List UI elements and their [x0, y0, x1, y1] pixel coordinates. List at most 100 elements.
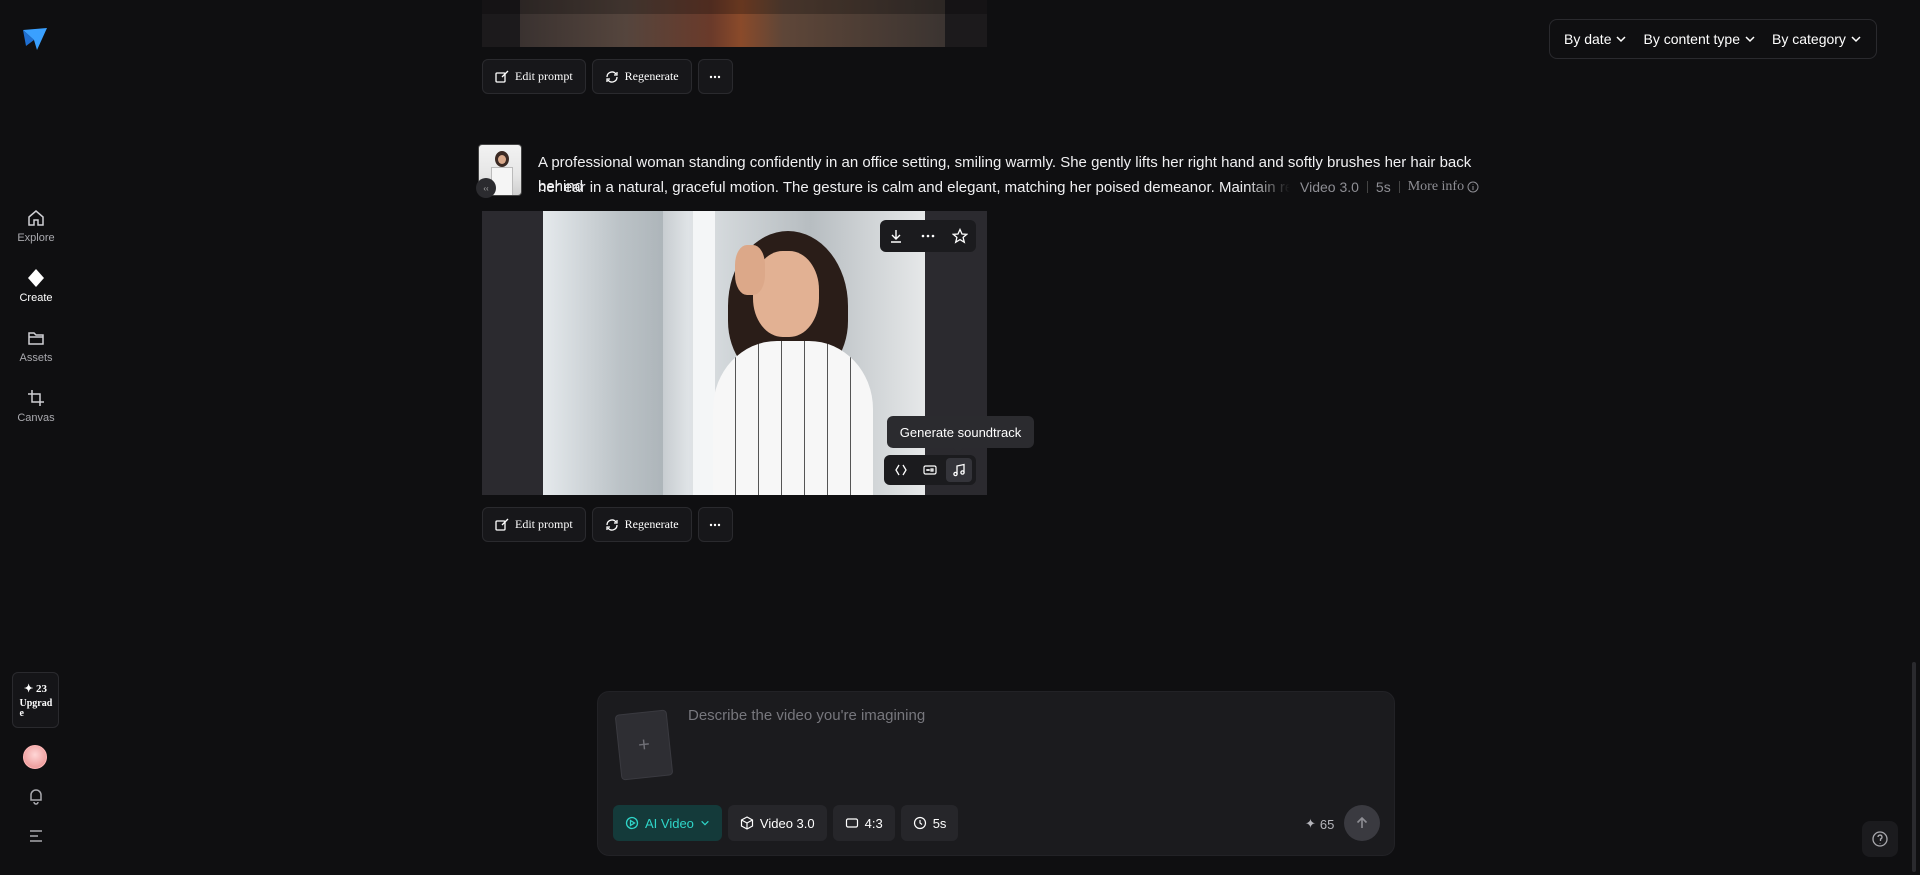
- video-enhance-toolbar: [884, 455, 976, 485]
- model-label: Video 3.0: [1300, 179, 1359, 195]
- sidebar-item-assets[interactable]: Assets: [0, 328, 72, 364]
- more-horizontal-icon[interactable]: [920, 228, 936, 244]
- chevron-down-icon: [1745, 36, 1755, 43]
- duration-label: 5s: [1375, 179, 1391, 195]
- logo-icon[interactable]: [20, 24, 50, 54]
- avatar[interactable]: [23, 745, 47, 769]
- sidebar: Explore Create Assets Canvas ✦ 23 Upgrad…: [0, 0, 72, 875]
- music-note-icon: [953, 463, 966, 477]
- lipsync-icon: [894, 464, 907, 476]
- more-info-link[interactable]: More info: [1408, 179, 1479, 195]
- duration-label: 5s: [932, 815, 947, 831]
- refresh-icon: [606, 518, 618, 531]
- bell-icon[interactable]: [26, 786, 46, 806]
- filter-label: By date: [1564, 31, 1612, 47]
- crop-icon: [28, 390, 44, 406]
- edit-icon: [495, 518, 509, 531]
- video-frame: [543, 211, 925, 495]
- filter-label: By category: [1772, 31, 1846, 47]
- prompt-text-truncated: her ear in a natural, graceful motion. T…: [538, 178, 1290, 196]
- arrow-up-icon: [1356, 816, 1368, 828]
- video-window-glass: [543, 211, 663, 495]
- video-subject-shirt: [713, 341, 873, 495]
- download-icon[interactable]: [888, 228, 904, 244]
- aspect-ratio-icon: [845, 818, 858, 828]
- sidebar-item-explore[interactable]: Explore: [0, 208, 72, 244]
- more-horizontal-icon: [709, 75, 721, 78]
- prompt-input[interactable]: Describe the video you're imagining: [688, 707, 925, 724]
- ai-video-icon: [625, 816, 639, 830]
- cube-icon: [740, 816, 754, 830]
- thumbnail-badge: ‹‹: [476, 178, 496, 198]
- regenerate-label: Regenerate: [624, 517, 679, 531]
- video-pillar: [693, 211, 715, 495]
- mode-selector[interactable]: AI Video: [613, 805, 722, 841]
- filter-label: By content type: [1643, 31, 1740, 47]
- divider: [1366, 181, 1368, 193]
- ratio-label: 4:3: [864, 815, 883, 831]
- regenerate-button[interactable]: Regenerate: [591, 59, 692, 94]
- lipsync-button[interactable]: [888, 458, 914, 482]
- plus-icon: +: [636, 732, 651, 757]
- clock-icon: [913, 816, 926, 830]
- prompt-composer: + Describe the video you're imagining AI…: [597, 691, 1395, 856]
- prompt-text-line2: her ear in a natural, graceful motion. T…: [538, 175, 1498, 199]
- filter-by-category[interactable]: By category: [1764, 23, 1870, 55]
- duration-selector[interactable]: 5s: [900, 805, 959, 841]
- edit-prompt-label: Edit prompt: [515, 69, 573, 83]
- info-icon: [1467, 181, 1479, 193]
- sidebar-item-canvas[interactable]: Canvas: [0, 388, 72, 424]
- folder-icon: [28, 332, 44, 345]
- regenerate-button[interactable]: Regenerate: [591, 507, 692, 542]
- generate-soundtrack-button[interactable]: [946, 458, 973, 482]
- hd-icon: [923, 465, 937, 475]
- send-button[interactable]: [1344, 805, 1380, 841]
- aspect-ratio-selector[interactable]: 4:3: [832, 805, 895, 841]
- previous-actions: Edit prompt Regenerate: [482, 59, 733, 94]
- help-button[interactable]: [1862, 821, 1898, 857]
- mode-label: AI Video: [645, 815, 694, 831]
- divider: [1398, 181, 1400, 193]
- more-options-button[interactable]: [697, 507, 733, 542]
- filter-by-content-type[interactable]: By content type: [1635, 23, 1764, 55]
- more-info-label: More info: [1407, 179, 1465, 194]
- sidebar-item-create[interactable]: Create: [0, 268, 72, 304]
- more-horizontal-icon: [709, 523, 721, 526]
- prompt-meta: Video 3.0 5s More info: [1300, 179, 1479, 195]
- sidebar-item-label: Create: [19, 292, 53, 304]
- edit-prompt-label: Edit prompt: [515, 517, 573, 531]
- credit-cost: ✦ 65: [1305, 816, 1334, 832]
- video-actions: Edit prompt Regenerate: [482, 507, 733, 542]
- model-selector[interactable]: Video 3.0: [727, 805, 827, 841]
- filter-bar: By date By content type By category: [1549, 19, 1877, 59]
- more-options-button[interactable]: [697, 59, 733, 94]
- scrollbar[interactable]: [1912, 662, 1916, 872]
- upgrade-button[interactable]: ✦ 23 Upgrad e: [12, 672, 59, 728]
- tooltip: Generate soundtrack: [887, 416, 1034, 453]
- star-icon[interactable]: [952, 228, 968, 244]
- sidebar-item-label: Explore: [17, 232, 55, 244]
- chevron-down-icon: [1851, 36, 1861, 43]
- filter-by-date[interactable]: By date: [1556, 23, 1635, 55]
- previous-video-preview[interactable]: [482, 0, 987, 47]
- video-shade: [482, 0, 987, 14]
- video-toolbar: [880, 220, 976, 252]
- add-image-button[interactable]: +: [614, 709, 674, 781]
- thumb-face: [498, 155, 506, 164]
- edit-prompt-button[interactable]: Edit prompt: [482, 59, 586, 94]
- help-icon: [1872, 831, 1888, 847]
- composer-options: AI Video Video 3.0 4:3 5s: [613, 805, 959, 841]
- edit-prompt-button[interactable]: Edit prompt: [482, 507, 586, 542]
- model-label: Video 3.0: [759, 815, 815, 831]
- collapse-menu-icon[interactable]: [26, 826, 46, 846]
- home-icon: [28, 210, 44, 226]
- video-subject-hand: [735, 245, 765, 295]
- upscale-button[interactable]: [917, 458, 943, 482]
- edit-icon: [495, 70, 509, 83]
- diamond-icon: [28, 269, 44, 287]
- sidebar-item-label: Canvas: [17, 412, 55, 424]
- chevron-down-icon: [701, 820, 709, 826]
- generated-video-player[interactable]: [482, 211, 987, 495]
- credits-count: ✦ 23: [24, 682, 47, 695]
- refresh-icon: [606, 70, 618, 83]
